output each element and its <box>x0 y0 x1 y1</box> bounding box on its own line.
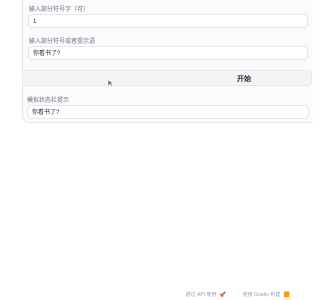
start-button-label: 开始 <box>237 76 251 83</box>
rocket-icon: 🚀 <box>219 291 227 298</box>
mouse-pointer-icon <box>107 79 115 87</box>
page: 输入部分符号字（可） 1 输入部分符号或者提示语 你看书了? 模拟状态栏提示 你… <box>0 0 313 300</box>
output-label: 模拟状态栏提示 <box>27 98 70 104</box>
start-button[interactable]: 开始 <box>22 70 312 86</box>
footer: 通过 API 使用 🚀 · 使用 Gradio 构建 🟧 <box>186 291 290 299</box>
output-textbox[interactable]: 你看书了? <box>27 105 309 119</box>
logo-icon: 🟧 <box>283 291 290 298</box>
field1-label: 输入部分符号字（可） <box>29 7 90 13</box>
field1-input[interactable]: 1 <box>28 14 308 28</box>
form-panel: 输入部分符号字（可） 1 输入部分符号或者提示语 你看书了? 模拟状态栏提示 你… <box>22 0 313 123</box>
field2-input[interactable]: 你看书了? <box>28 46 308 60</box>
field2-label: 输入部分符号或者提示语 <box>29 39 96 45</box>
built-with-link[interactable]: 使用 Gradio 构建 <box>243 291 281 298</box>
api-link[interactable]: 通过 API 使用 <box>186 291 217 298</box>
footer-separator: · <box>233 291 236 298</box>
